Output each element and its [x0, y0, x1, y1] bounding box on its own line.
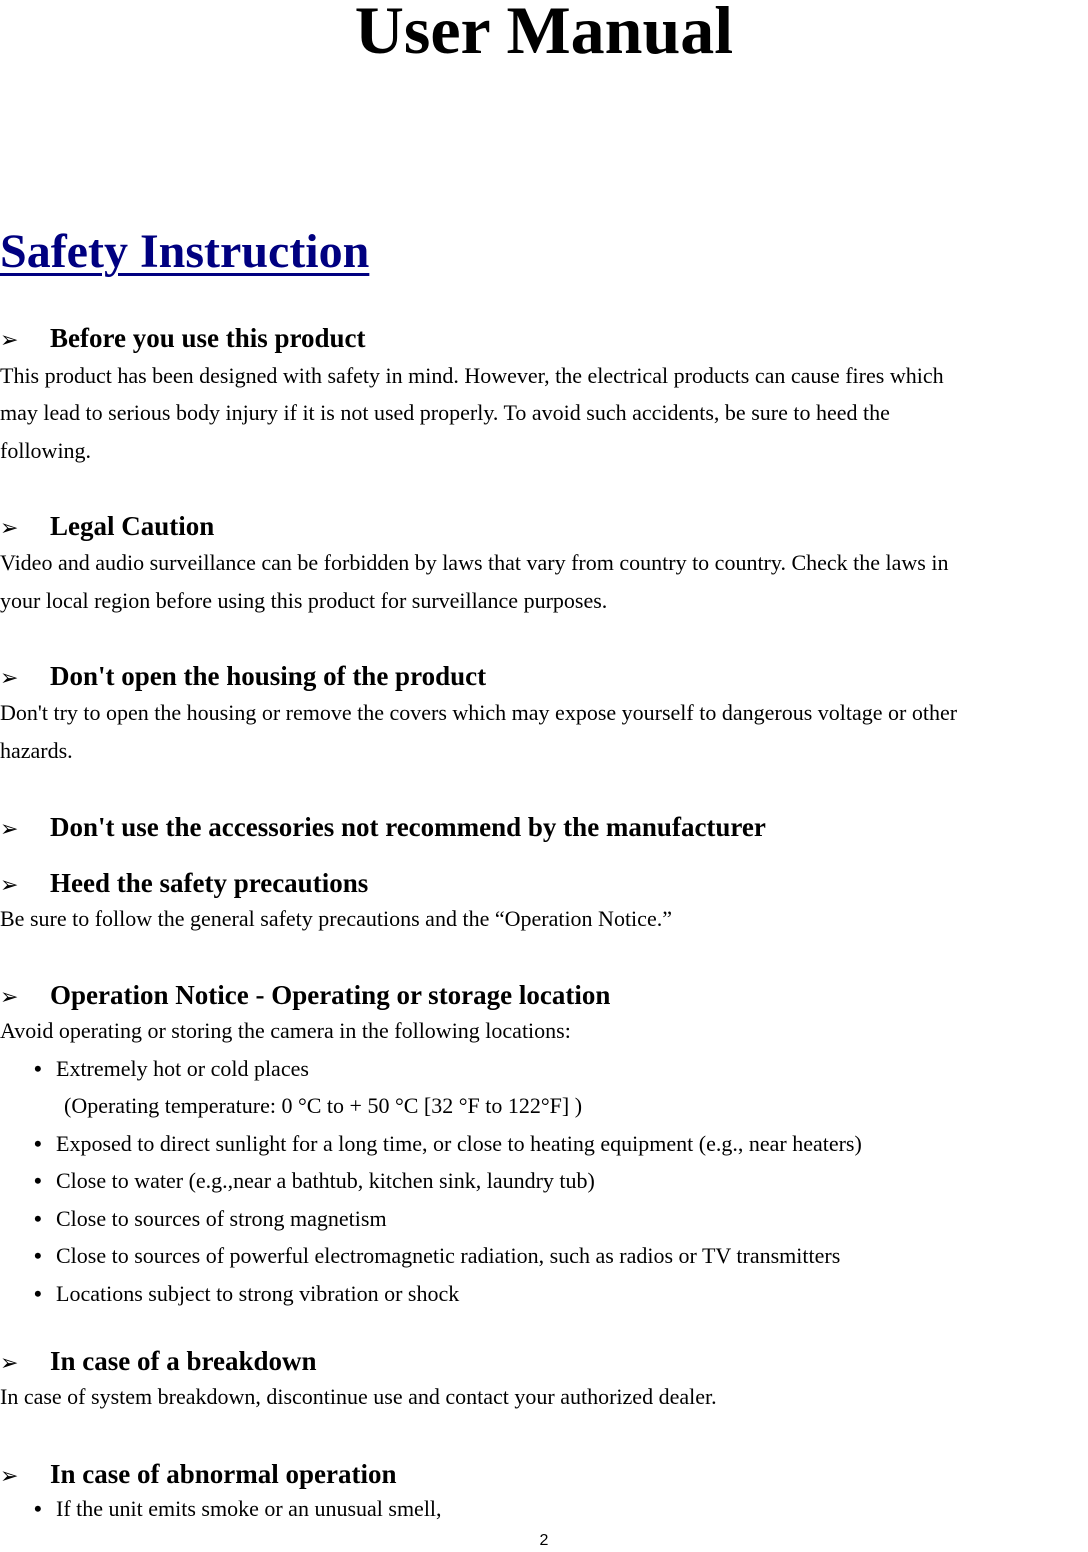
bullet-icon: •	[34, 1131, 42, 1156]
heading-text: Don't use the accessories not recommend …	[50, 812, 766, 842]
arrow-bullet-icon: ➢	[0, 872, 19, 897]
arrow-bullet-icon: ➢	[0, 665, 19, 690]
heading-text: Heed the safety precautions	[50, 868, 369, 898]
document-title: User Manual	[354, 0, 734, 68]
bullet-icon: •	[34, 1168, 42, 1193]
bullet-icon: •	[34, 1496, 42, 1521]
arrow-bullet-icon: ➢	[0, 515, 19, 540]
list-item-text: Close to sources of powerful electromagn…	[56, 1243, 841, 1268]
arrow-bullet-icon: ➢	[0, 327, 19, 352]
arrow-bullet-icon: ➢	[0, 984, 19, 1009]
bullet-note: (Operating temperature: 0 °C to + 50 °C …	[64, 1093, 583, 1118]
page-number: 2	[539, 1532, 549, 1549]
heading-text: In case of abnormal operation	[50, 1459, 397, 1489]
section-title: Safety Instruction	[0, 225, 370, 278]
body-line: may lead to serious body injury if it is…	[0, 400, 890, 425]
heading-text: Before you use this product	[50, 323, 366, 353]
body-line: This product has been designed with safe…	[0, 363, 944, 388]
bullet-icon: •	[34, 1281, 42, 1306]
list-item: • Close to water (e.g.,near a bathtub, ki…	[34, 1167, 595, 1195]
list-item-text: Close to water (e.g.,near a bathtub, kit…	[56, 1168, 595, 1193]
heading-text: In case of a breakdown	[50, 1346, 317, 1376]
heading-text: Don't open the housing of the product	[50, 661, 487, 691]
list-item: • Exposed to direct sunlight for a long t…	[34, 1130, 862, 1158]
section-heading: ➢ Operation Notice - Operating or storage…	[0, 978, 610, 1014]
section-heading: ➢ Heed the safety precautions	[0, 866, 368, 902]
body-line: your local region before using this prod…	[0, 588, 608, 613]
body-line: Don't try to open the housing or remove …	[0, 700, 958, 725]
heading-text: Operation Notice - Operating or storage …	[50, 980, 611, 1010]
body-line: Avoid operating or storing the camera in…	[0, 1018, 571, 1043]
section-heading: ➢ Don't open the housing of the product	[0, 659, 486, 695]
arrow-bullet-icon: ➢	[0, 1350, 19, 1375]
list-item-text: Close to sources of strong magnetism	[56, 1206, 387, 1231]
body-line: following.	[0, 438, 92, 463]
body-line: Be sure to follow the general safety pre…	[0, 906, 672, 931]
section-heading: ➢ Legal Caution	[0, 509, 214, 545]
list-item: • Close to sources of powerful electromag…	[34, 1242, 840, 1270]
body-line: hazards.	[0, 738, 73, 763]
body-line: Video and audio surveillance can be forb…	[0, 550, 949, 575]
bullet-icon: •	[34, 1206, 42, 1231]
section-heading: ➢ In case of a breakdown	[0, 1344, 317, 1380]
list-item-text: Exposed to direct sunlight for a long ti…	[56, 1131, 862, 1156]
bullet-icon: •	[34, 1243, 42, 1268]
list-item: • Close to sources of strong magnetism	[34, 1205, 387, 1233]
list-item: • Locations subject to strong vibration o…	[34, 1280, 459, 1308]
section-heading: ➢ Before you use this product	[0, 321, 366, 357]
list-item: • Extremely hot or cold places	[34, 1055, 309, 1083]
arrow-bullet-icon: ➢	[0, 1463, 19, 1488]
body-line: In case of system breakdown, discontinue…	[0, 1384, 717, 1409]
list-item-text: If the unit emits smoke or an unusual sm…	[56, 1496, 442, 1521]
arrow-bullet-icon: ➢	[0, 816, 19, 841]
list-item-text: Extremely hot or cold places	[56, 1056, 309, 1081]
list-item: • If the unit emits smoke or an unusual s…	[34, 1495, 442, 1523]
section-heading: ➢ Don't use the accessories not recommend…	[0, 810, 766, 846]
bullet-icon: •	[34, 1056, 42, 1081]
heading-text: Legal Caution	[50, 511, 215, 541]
list-item-text: Locations subject to strong vibration or…	[56, 1281, 460, 1306]
section-heading: ➢ In case of abnormal operation	[0, 1457, 397, 1493]
